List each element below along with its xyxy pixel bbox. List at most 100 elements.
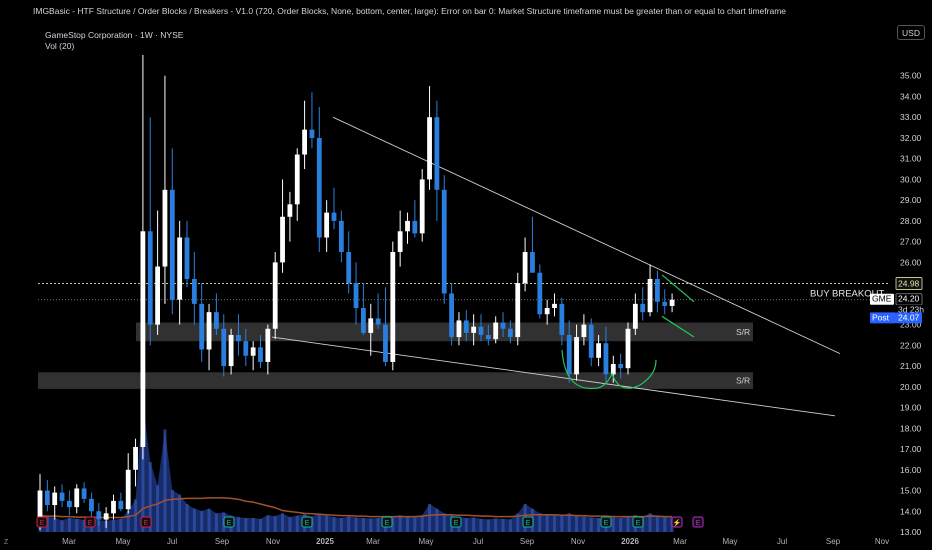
volume-bar <box>200 511 204 532</box>
x-tick-label: Jul <box>167 537 177 546</box>
earnings-marker-label: E <box>88 520 93 527</box>
candle-body <box>530 252 535 273</box>
x-tick-label: Jul <box>777 537 787 546</box>
candle-body <box>368 318 374 333</box>
candle-body <box>552 303 557 309</box>
candle-body <box>574 337 579 375</box>
earnings-marker-label: E <box>144 520 149 527</box>
candle-body <box>361 308 366 333</box>
y-tick-label: 34.00 <box>900 91 922 101</box>
timezone-toggle[interactable]: Z <box>4 539 8 546</box>
candle-body <box>280 216 285 263</box>
candle-body <box>338 220 344 253</box>
x-tick-label: May <box>115 537 130 546</box>
volume-bar <box>119 518 123 532</box>
y-tick-label: 32.00 <box>900 133 922 143</box>
volume-bar <box>435 508 439 532</box>
candle-body <box>419 179 425 234</box>
volume-legend[interactable]: Vol (20) <box>45 41 74 51</box>
volume-bar <box>597 518 601 532</box>
volume-bar <box>464 518 468 532</box>
candle-body <box>169 189 175 300</box>
candle-body <box>397 231 403 253</box>
volume-bar <box>545 514 549 532</box>
volume-bar <box>420 515 424 532</box>
x-tick-label: Mar <box>366 537 380 546</box>
candle-body <box>258 347 263 362</box>
y-tick-label: 16.00 <box>900 465 922 475</box>
y-tick-label: 19.00 <box>900 403 922 413</box>
candle-body <box>162 189 168 267</box>
candle-body <box>214 312 219 329</box>
candle-body <box>302 129 307 155</box>
volume-bar <box>178 494 182 532</box>
volume-bar <box>369 518 373 532</box>
volume-bar <box>236 517 240 532</box>
x-tick-label: Nov <box>571 537 585 546</box>
candle-body <box>383 324 388 362</box>
candle-body <box>324 212 330 238</box>
volume-bar <box>317 513 321 532</box>
candle-body <box>221 328 227 367</box>
candle-body <box>103 513 109 520</box>
candle-body <box>44 490 50 506</box>
candle-body <box>434 117 440 190</box>
volume-bar <box>273 516 277 532</box>
candle-body <box>294 154 300 205</box>
x-tick-label: Sep <box>215 537 230 546</box>
x-tick-label: Mar <box>62 537 76 546</box>
volume-bar <box>494 518 498 532</box>
candle-body <box>478 326 484 335</box>
candle-body <box>331 212 337 221</box>
candle-body <box>316 137 322 238</box>
candle-body <box>537 272 543 315</box>
symbol-title[interactable]: GameStop Corporation · 1W · NYSE <box>45 30 183 40</box>
candle-body <box>96 511 102 520</box>
volume-bar <box>611 517 615 532</box>
candle-body <box>375 318 381 325</box>
earnings-marker-label: E <box>636 520 641 527</box>
candle-body <box>603 343 609 375</box>
candle-body <box>559 303 565 335</box>
y-tick-label: 14.00 <box>900 506 922 516</box>
volume-bar <box>156 485 160 532</box>
candle-body <box>59 492 65 501</box>
volume-bar <box>185 504 189 532</box>
volume-bar <box>53 518 57 532</box>
candle-body <box>111 500 116 514</box>
candle-body <box>588 324 594 358</box>
candle-body <box>89 498 94 512</box>
volume-bar <box>192 508 196 532</box>
candle-body <box>390 252 396 362</box>
post-price-tag: 24.07 <box>898 312 920 322</box>
x-tick-label: Mar <box>673 537 687 546</box>
volume-bar <box>67 518 71 532</box>
candle-body <box>133 446 138 470</box>
y-tick-label: 30.00 <box>900 174 922 184</box>
price-chart[interactable]: S/R S/R E E E E E E E E E E ⚡ E 35.00 34.00 33.00 32.00… <box>0 0 932 550</box>
volume-bar <box>479 518 483 532</box>
candle-body <box>669 299 675 306</box>
volume-bar <box>567 513 571 532</box>
volume-bar <box>538 513 542 532</box>
volume-bar <box>472 517 476 532</box>
earnings-marker-label: E <box>604 520 609 527</box>
volume-bar <box>575 515 579 532</box>
currency-button[interactable]: USD <box>897 25 925 40</box>
candle-body <box>500 322 506 329</box>
volume-bar <box>376 518 380 532</box>
x-tick-label: May <box>418 537 433 546</box>
x-tick-label: May <box>722 537 737 546</box>
volume-bar <box>325 515 329 532</box>
candle-body <box>353 283 359 309</box>
volume-bar <box>442 513 446 532</box>
candle-body <box>346 252 352 284</box>
y-tick-label: 31.00 <box>900 154 922 164</box>
candle-body <box>449 293 454 338</box>
volume-bar <box>60 520 64 532</box>
volume-bar <box>170 490 174 532</box>
volume-bar <box>339 518 343 532</box>
candle-body <box>427 117 432 180</box>
candle-body <box>662 301 668 306</box>
candle-body <box>655 278 660 302</box>
